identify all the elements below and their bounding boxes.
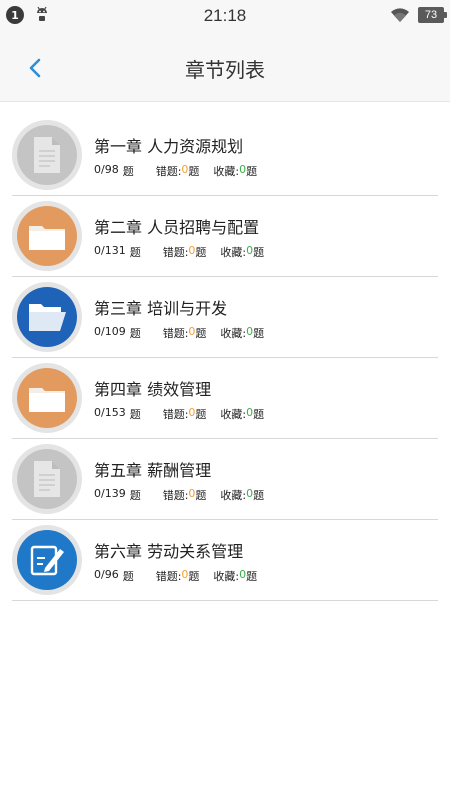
chapter-title: 第五章 薪酬管理 bbox=[94, 461, 212, 480]
chapter-icon-ring bbox=[12, 120, 82, 190]
folder-icon bbox=[17, 368, 77, 428]
fav-count: 0 bbox=[246, 487, 254, 500]
header: 章节列表 bbox=[0, 32, 450, 102]
chapter-list: 第一章 人力资源规划 0/98 题错题: 0 题收藏: 0 题第二章 人员招聘与配置 0/13… bbox=[12, 115, 438, 601]
chapter-title: 第四章 绩效管理 bbox=[94, 380, 212, 399]
chapter-title: 第二章 人员招聘与配置 bbox=[94, 218, 260, 237]
fav-label: 收藏: bbox=[220, 246, 247, 259]
wrong-label: 错题: bbox=[162, 489, 189, 502]
unit-label: 题 bbox=[129, 408, 141, 421]
chapter-title: 第一章 人力资源规划 bbox=[94, 137, 244, 156]
progress-count: 0/139 bbox=[94, 487, 126, 500]
progress-count: 0/153 bbox=[94, 406, 126, 419]
chapter-item[interactable]: 第六章 劳动关系管理 0/96 题错题: 0 题收藏: 0 题 bbox=[12, 520, 438, 601]
wrong-count: 0 bbox=[188, 487, 196, 500]
status-right: 73 bbox=[390, 7, 447, 23]
page-title: 章节列表 bbox=[185, 58, 265, 82]
wrong-label: 错题: bbox=[162, 327, 189, 340]
chapter-item[interactable]: 第三章 培训与开发 0/109 题错题: 0 题收藏: 0 题 bbox=[12, 277, 438, 358]
chapter-title: 第三章 培训与开发 bbox=[94, 299, 228, 318]
fav-count: 0 bbox=[239, 568, 247, 581]
unit-label: 题 bbox=[253, 408, 265, 421]
unit-label: 题 bbox=[253, 246, 265, 259]
chapter-stats: 0/109 题错题: 0 题收藏: 0 题 bbox=[94, 325, 264, 341]
wrong-count: 0 bbox=[181, 163, 189, 176]
chapter-stats: 0/153 题错题: 0 题收藏: 0 题 bbox=[94, 406, 264, 422]
progress-count: 0/98 bbox=[94, 163, 119, 176]
chapter-stats: 0/96 题错题: 0 题收藏: 0 题 bbox=[94, 568, 257, 584]
fav-label: 收藏: bbox=[213, 570, 240, 583]
chapter-icon-ring bbox=[12, 282, 82, 352]
unit-label: 题 bbox=[188, 165, 200, 178]
chapter-icon-ring bbox=[12, 444, 82, 514]
chapter-item[interactable]: 第五章 薪酬管理 0/139 题错题: 0 题收藏: 0 题 bbox=[12, 439, 438, 520]
status-time: 21:18 bbox=[203, 6, 247, 25]
fav-label: 收藏: bbox=[213, 165, 240, 178]
fav-count: 0 bbox=[246, 325, 254, 338]
progress-count: 0/109 bbox=[94, 325, 126, 338]
fav-count: 0 bbox=[246, 244, 254, 257]
unit-label: 题 bbox=[195, 246, 207, 259]
chapter-stats: 0/139 题错题: 0 题收藏: 0 题 bbox=[94, 487, 264, 503]
fav-count: 0 bbox=[246, 406, 254, 419]
unit-label: 题 bbox=[129, 327, 141, 340]
wrong-label: 错题: bbox=[162, 246, 189, 259]
wrong-count: 0 bbox=[188, 244, 196, 257]
wrong-count: 0 bbox=[188, 325, 196, 338]
wrong-count: 0 bbox=[188, 406, 196, 419]
unit-label: 题 bbox=[246, 570, 258, 583]
chapter-item[interactable]: 第一章 人力资源规划 0/98 题错题: 0 题收藏: 0 题 bbox=[12, 115, 438, 196]
chapter-item[interactable]: 第二章 人员招聘与配置 0/131 题错题: 0 题收藏: 0 题 bbox=[12, 196, 438, 277]
fav-label: 收藏: bbox=[220, 408, 247, 421]
open-folder-icon bbox=[17, 287, 77, 347]
progress-count: 0/96 bbox=[94, 568, 119, 581]
unit-label: 题 bbox=[195, 489, 207, 502]
unit-label: 题 bbox=[129, 489, 141, 502]
document-icon bbox=[17, 125, 77, 185]
progress-count: 0/131 bbox=[94, 244, 126, 257]
chapter-item[interactable]: 第四章 绩效管理 0/153 题错题: 0 题收藏: 0 题 bbox=[12, 358, 438, 439]
unit-label: 题 bbox=[129, 246, 141, 259]
chapter-icon-ring bbox=[12, 363, 82, 433]
chapter-icon-ring bbox=[12, 525, 82, 595]
unit-label: 题 bbox=[195, 327, 207, 340]
fav-count: 0 bbox=[239, 163, 247, 176]
wrong-count: 0 bbox=[181, 568, 189, 581]
unit-label: 题 bbox=[122, 165, 134, 178]
wrong-label: 错题: bbox=[155, 570, 182, 583]
wifi-icon bbox=[391, 8, 409, 22]
unit-label: 题 bbox=[195, 408, 207, 421]
document-icon bbox=[17, 449, 77, 509]
chapter-stats: 0/98 题错题: 0 题收藏: 0 题 bbox=[94, 163, 257, 179]
chapter-title: 第六章 劳动关系管理 bbox=[94, 542, 244, 561]
status-bar: 1 21:18 73 bbox=[0, 0, 450, 32]
unit-label: 题 bbox=[122, 570, 134, 583]
wrong-label: 错题: bbox=[162, 408, 189, 421]
unit-label: 题 bbox=[253, 327, 265, 340]
fav-label: 收藏: bbox=[220, 489, 247, 502]
unit-label: 题 bbox=[246, 165, 258, 178]
chapter-icon-ring bbox=[12, 201, 82, 271]
unit-label: 题 bbox=[253, 489, 265, 502]
folder-icon bbox=[17, 206, 77, 266]
edit-icon bbox=[17, 530, 77, 590]
chapter-stats: 0/131 题错题: 0 题收藏: 0 题 bbox=[94, 244, 264, 260]
wrong-label: 错题: bbox=[155, 165, 182, 178]
battery-indicator: 73 bbox=[418, 7, 447, 23]
unit-label: 题 bbox=[188, 570, 200, 583]
fav-label: 收藏: bbox=[220, 327, 247, 340]
